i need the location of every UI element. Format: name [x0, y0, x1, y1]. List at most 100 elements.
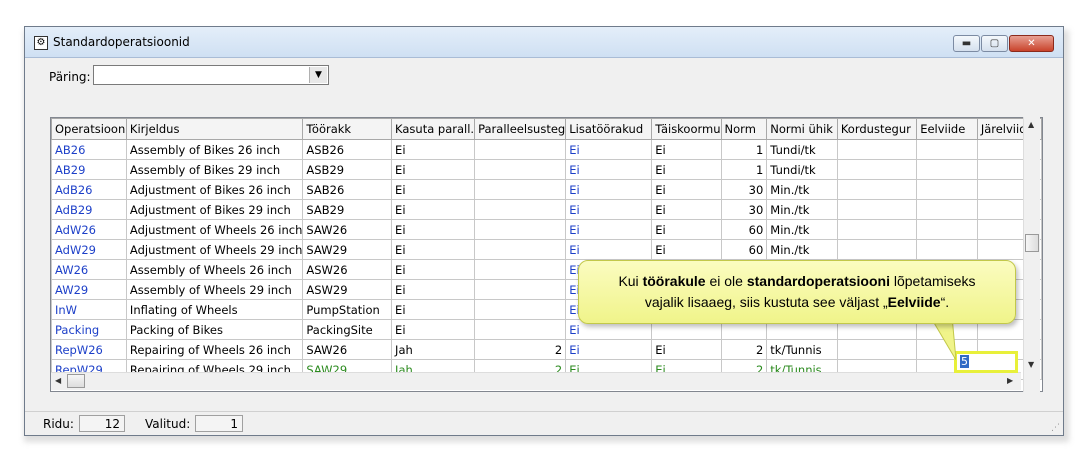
table-cell[interactable]: Adjustment of Bikes 26 inch: [125, 179, 304, 200]
scroll-right-icon[interactable]: ▶: [1007, 376, 1013, 385]
column-header[interactable]: Operatsioon: [51, 118, 127, 140]
table-cell[interactable]: Ei: [391, 259, 476, 280]
table-cell[interactable]: Ei: [651, 219, 722, 240]
table-cell[interactable]: tk/Tunnis: [766, 339, 838, 360]
table-cell[interactable]: SAW26: [302, 219, 393, 240]
table-cell[interactable]: Adjustment of Wheels 26 inch: [125, 219, 304, 240]
table-cell[interactable]: ASW26: [302, 259, 393, 280]
table-cell[interactable]: Assembly of Wheels 26 inch: [125, 259, 304, 280]
table-cell[interactable]: RepW26: [51, 339, 127, 360]
query-dropdown[interactable]: ▼: [93, 65, 329, 85]
column-header[interactable]: Kasuta parall.: [391, 118, 476, 140]
table-cell[interactable]: AdW29: [51, 239, 127, 260]
table-cell[interactable]: AdB29: [51, 199, 127, 220]
minimize-button[interactable]: ▬: [953, 35, 980, 52]
scroll-down-icon[interactable]: ▼: [1028, 360, 1034, 369]
column-header[interactable]: Norm: [720, 118, 768, 140]
table-cell[interactable]: [474, 139, 567, 160]
table-cell[interactable]: Ei: [391, 299, 476, 320]
table-cell[interactable]: ASW29: [302, 279, 393, 300]
horizontal-scroll-thumb[interactable]: [67, 374, 85, 388]
table-cell[interactable]: Tundi/tk: [766, 139, 838, 160]
table-cell[interactable]: SAW26: [302, 339, 393, 360]
close-button[interactable]: ✕: [1009, 35, 1054, 52]
table-cell[interactable]: Ei: [391, 279, 476, 300]
table-cell[interactable]: 30: [720, 179, 768, 200]
table-cell[interactable]: [474, 219, 567, 240]
table-cell[interactable]: [474, 199, 567, 220]
table-cell[interactable]: Ei: [651, 179, 722, 200]
table-cell[interactable]: [474, 319, 567, 340]
table-cell[interactable]: Ei: [391, 319, 476, 340]
vertical-scroll-thumb[interactable]: [1025, 234, 1039, 252]
table-cell[interactable]: [916, 139, 978, 160]
table-row[interactable]: AdB26 Adjustment of Bikes 26 inch SAB26 Ei E…: [51, 179, 1042, 200]
table-cell[interactable]: Packing of Bikes: [125, 319, 304, 340]
table-cell[interactable]: Min./tk: [766, 219, 838, 240]
column-header[interactable]: Kirjeldus: [125, 118, 304, 140]
column-header[interactable]: Kordustegur: [836, 118, 918, 140]
column-header[interactable]: Täiskoormu: [651, 118, 722, 140]
table-cell[interactable]: Tundi/tk: [766, 159, 838, 180]
table-cell[interactable]: [836, 179, 918, 200]
maximize-button[interactable]: ▢: [981, 35, 1008, 52]
table-cell[interactable]: Min./tk: [766, 199, 838, 220]
table-cell[interactable]: Ei: [391, 139, 476, 160]
table-cell[interactable]: Assembly of Wheels 29 inch: [125, 279, 304, 300]
column-header[interactable]: Eelviide: [916, 118, 978, 140]
table-row[interactable]: RepW26 Repairing of Wheels 26 inch SAW26 Ja…: [51, 339, 1042, 360]
table-cell[interactable]: 1: [720, 159, 768, 180]
table-cell[interactable]: [474, 279, 567, 300]
table-row[interactable]: AdB29 Adjustment of Bikes 29 inch SAB29 Ei E…: [51, 199, 1042, 220]
table-cell[interactable]: Assembly of Bikes 26 inch: [125, 139, 304, 160]
table-cell[interactable]: [836, 199, 918, 220]
table-cell[interactable]: PackingSite: [302, 319, 393, 340]
table-cell[interactable]: ASB29: [302, 159, 393, 180]
table-cell[interactable]: [474, 259, 567, 280]
table-cell[interactable]: Packing: [51, 319, 127, 340]
table-cell[interactable]: ASB26: [302, 139, 393, 160]
table-cell[interactable]: Ei: [565, 219, 653, 240]
vertical-scrollbar[interactable]: ▲ ▼: [1023, 117, 1040, 392]
table-cell[interactable]: 2: [720, 339, 768, 360]
table-cell[interactable]: Ei: [565, 199, 653, 220]
table-cell[interactable]: Ei: [565, 139, 653, 160]
table-cell[interactable]: [836, 139, 918, 160]
table-cell[interactable]: 60: [720, 239, 768, 260]
table-cell[interactable]: [836, 219, 918, 240]
table-row[interactable]: AdW26 Adjustment of Wheels 26 inch SAW26 Ei…: [51, 219, 1042, 240]
table-cell[interactable]: 60: [720, 219, 768, 240]
resize-grip-icon[interactable]: ⋰: [1051, 423, 1060, 433]
table-cell[interactable]: 2: [474, 339, 567, 360]
table-cell[interactable]: Jah: [391, 339, 476, 360]
table-cell[interactable]: [916, 239, 978, 260]
table-cell[interactable]: PumpStation: [302, 299, 393, 320]
table-cell[interactable]: AB29: [51, 159, 127, 180]
table-cell[interactable]: 1: [720, 139, 768, 160]
table-cell[interactable]: SAW29: [302, 239, 393, 260]
table-cell[interactable]: SAB29: [302, 199, 393, 220]
table-cell[interactable]: AdB26: [51, 179, 127, 200]
table-cell[interactable]: AW29: [51, 279, 127, 300]
table-cell[interactable]: 30: [720, 199, 768, 220]
table-row[interactable]: AdW29 Adjustment of Wheels 29 inch SAW29 Ei…: [51, 239, 1042, 260]
table-cell[interactable]: Ei: [565, 179, 653, 200]
title-bar[interactable]: ⚙ Standardoperatsioonid ▬ ▢ ✕: [25, 27, 1063, 58]
table-cell[interactable]: [474, 239, 567, 260]
table-cell[interactable]: Adjustment of Bikes 29 inch: [125, 199, 304, 220]
table-cell[interactable]: [916, 179, 978, 200]
table-cell[interactable]: AB26: [51, 139, 127, 160]
column-header[interactable]: Lisatöörakud: [565, 118, 653, 140]
table-cell[interactable]: Ei: [391, 219, 476, 240]
column-header[interactable]: Töörakk: [302, 118, 393, 140]
table-cell[interactable]: [836, 339, 918, 360]
table-cell[interactable]: [836, 159, 918, 180]
table-cell[interactable]: Ei: [651, 239, 722, 260]
table-cell[interactable]: Ei: [391, 179, 476, 200]
table-cell[interactable]: Ei: [651, 159, 722, 180]
table-cell[interactable]: Ei: [391, 199, 476, 220]
table-cell[interactable]: Ei: [565, 339, 653, 360]
scroll-up-icon[interactable]: ▲: [1028, 120, 1034, 129]
table-cell[interactable]: Adjustment of Wheels 29 inch: [125, 239, 304, 260]
table-cell[interactable]: AdW26: [51, 219, 127, 240]
